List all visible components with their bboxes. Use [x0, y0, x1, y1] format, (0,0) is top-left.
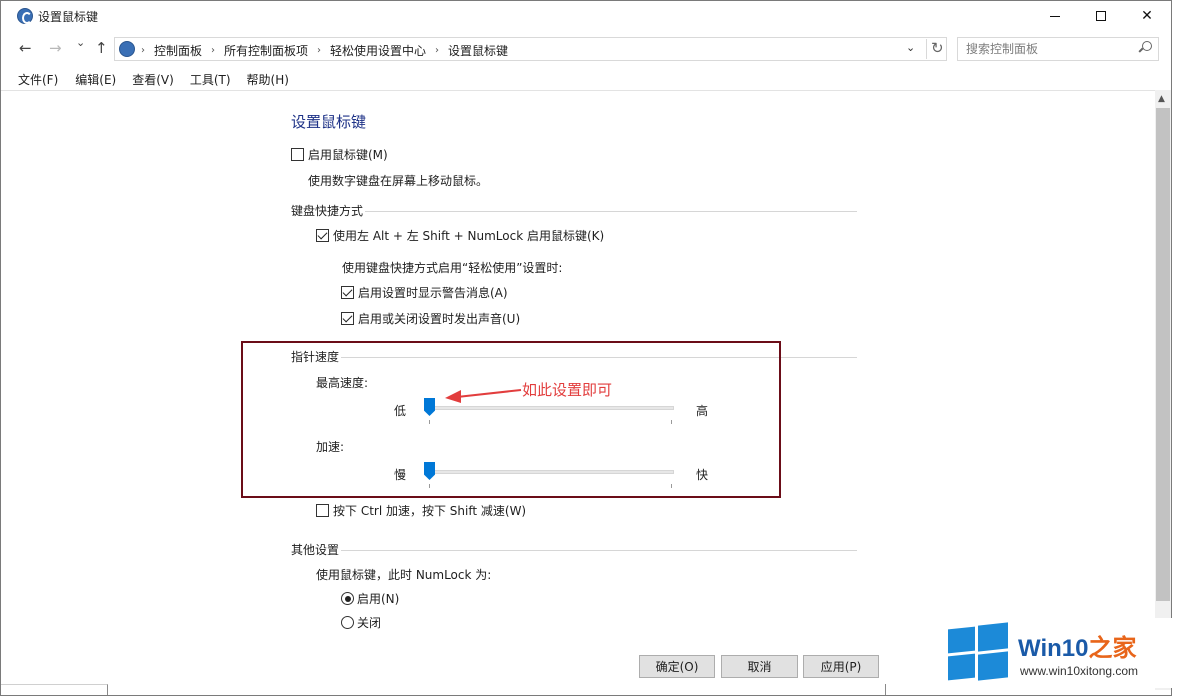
control-panel-icon — [119, 41, 135, 57]
divider — [341, 550, 857, 551]
close-icon: ✕ — [1141, 8, 1153, 24]
scroll-up-icon[interactable]: ▲ — [1158, 94, 1165, 104]
breadcrumb-all-items[interactable]: 所有控制面板项 — [224, 42, 308, 59]
warning-checkbox[interactable] — [341, 286, 354, 299]
breadcrumb: › 控制面板 › 所有控制面板项 › 轻松使用设置中心 › 设置鼠标键 — [141, 42, 508, 59]
other-settings-group: 其他设置 — [291, 541, 857, 557]
back-arrow-icon[interactable]: ← — [19, 39, 32, 57]
maximize-icon — [1096, 11, 1106, 21]
menu-file[interactable]: 文件(F) — [1, 69, 66, 89]
enable-description: 使用数字键盘在屏幕上移动鼠标。 — [308, 174, 489, 188]
watermark: Win10之家 www.win10xitong.com — [944, 618, 1172, 688]
watermark-brand: Win10之家 — [1018, 635, 1137, 662]
maximize-button[interactable] — [1078, 1, 1124, 31]
menu-help[interactable]: 帮助(H) — [239, 69, 297, 89]
annotation-text: 如此设置即可 — [522, 381, 613, 399]
shortcut-subheading: 使用键盘快捷方式启用“轻松使用”设置时: — [342, 261, 563, 275]
close-button[interactable]: ✕ — [1124, 1, 1170, 31]
enable-mouse-keys-checkbox[interactable] — [291, 148, 304, 161]
vertical-scrollbar[interactable]: ▲ — [1155, 90, 1171, 690]
numlock-on-label: 启用(N) — [357, 592, 400, 606]
content-area: 设置鼠标键 启用鼠标键(M) 使用数字键盘在屏幕上移动鼠标。 键盘快捷方式 使用… — [1, 91, 1155, 695]
ctrl-shift-row[interactable]: 按下 Ctrl 加速，按下 Shift 减速(W) — [316, 502, 526, 519]
menu-bar: 文件(F) 编辑(E) 查看(V) 工具(T) 帮助(H) — [1, 69, 297, 89]
ok-button[interactable]: 确定(O) — [639, 655, 715, 678]
shortcut-checkbox[interactable] — [316, 229, 329, 242]
chevron-right-icon[interactable]: › — [317, 45, 321, 56]
address-bar[interactable]: › 控制面板 › 所有控制面板项 › 轻松使用设置中心 › 设置鼠标键 ⌄ ↻ — [114, 37, 947, 61]
warning-label: 启用设置时显示警告消息(A) — [358, 286, 508, 300]
control-panel-window: 设置鼠标键 ✕ ← → ⌄ ↑ › 控制面板 › 所有控制面板项 › 轻松使用设… — [0, 0, 1172, 696]
window-title: 设置鼠标键 — [38, 10, 99, 24]
forward-arrow-icon[interactable]: → — [49, 39, 62, 57]
windows-logo-icon — [948, 622, 1008, 682]
keyboard-shortcut-group: 键盘快捷方式 — [291, 202, 857, 218]
refresh-icon[interactable]: ↻ — [926, 39, 944, 59]
warning-row[interactable]: 启用设置时显示警告消息(A) — [341, 284, 508, 301]
search-icon[interactable] — [1139, 41, 1152, 53]
numlock-off-radio[interactable] — [341, 616, 354, 629]
search-input[interactable] — [966, 39, 1136, 59]
breadcrumb-mouse-keys[interactable]: 设置鼠标键 — [448, 42, 508, 59]
divider — [885, 684, 886, 695]
title-bar: 设置鼠标键 ✕ — [1, 1, 1171, 32]
recent-locations-icon[interactable]: ⌄ — [76, 36, 85, 49]
chevron-right-icon[interactable]: › — [211, 45, 215, 56]
search-box — [957, 37, 1159, 61]
divider — [365, 211, 857, 212]
navigation-bar: ← → ⌄ ↑ › 控制面板 › 所有控制面板项 › 轻松使用设置中心 › 设置… — [1, 35, 1171, 63]
watermark-url: www.win10xitong.com — [1020, 664, 1139, 678]
chevron-right-icon[interactable]: › — [141, 45, 145, 56]
breadcrumb-ease-of-access[interactable]: 轻松使用设置中心 — [330, 42, 426, 59]
numlock-off-label: 关闭 — [357, 616, 382, 630]
numlock-label: 使用鼠标键，此时 NumLock 为: — [316, 568, 492, 582]
minimize-icon — [1050, 15, 1060, 17]
chevron-right-icon[interactable]: › — [435, 45, 439, 56]
up-arrow-icon[interactable]: ↑ — [95, 39, 108, 57]
sound-checkbox[interactable] — [341, 312, 354, 325]
numlock-off-row[interactable]: 关闭 — [341, 614, 381, 631]
apply-button[interactable]: 应用(P) — [803, 655, 879, 678]
sound-label: 启用或关闭设置时发出声音(U) — [358, 312, 521, 326]
control-panel-icon — [17, 8, 33, 24]
numlock-on-radio[interactable] — [341, 592, 354, 605]
chevron-down-icon[interactable]: ⌄ — [906, 41, 915, 54]
breadcrumb-control-panel[interactable]: 控制面板 — [154, 42, 202, 59]
annotation-arrow-icon — [445, 389, 522, 403]
highlight-box — [241, 341, 781, 498]
shortcut-label: 使用左 Alt + 左 Shift + NumLock 启用鼠标键(K) — [333, 229, 605, 243]
menu-tools[interactable]: 工具(T) — [182, 69, 239, 89]
minimize-button[interactable] — [1032, 1, 1078, 31]
divider — [1, 684, 108, 695]
page-title: 设置鼠标键 — [291, 113, 367, 131]
enable-mouse-keys-row[interactable]: 启用鼠标键(M) — [291, 146, 388, 163]
enable-mouse-keys-label: 启用鼠标键(M) — [308, 148, 388, 162]
ctrl-shift-label: 按下 Ctrl 加速，按下 Shift 减速(W) — [333, 504, 527, 518]
ctrl-shift-checkbox[interactable] — [316, 504, 329, 517]
numlock-on-row[interactable]: 启用(N) — [341, 590, 399, 607]
other-settings-heading: 其他设置 — [291, 543, 340, 557]
cancel-button[interactable]: 取消 — [721, 655, 798, 678]
menu-edit[interactable]: 编辑(E) — [66, 69, 124, 89]
keyboard-shortcut-heading: 键盘快捷方式 — [291, 204, 364, 218]
scroll-thumb[interactable] — [1156, 108, 1170, 601]
menu-view[interactable]: 查看(V) — [124, 69, 182, 89]
shortcut-row[interactable]: 使用左 Alt + 左 Shift + NumLock 启用鼠标键(K) — [316, 227, 604, 244]
sound-row[interactable]: 启用或关闭设置时发出声音(U) — [341, 310, 520, 327]
